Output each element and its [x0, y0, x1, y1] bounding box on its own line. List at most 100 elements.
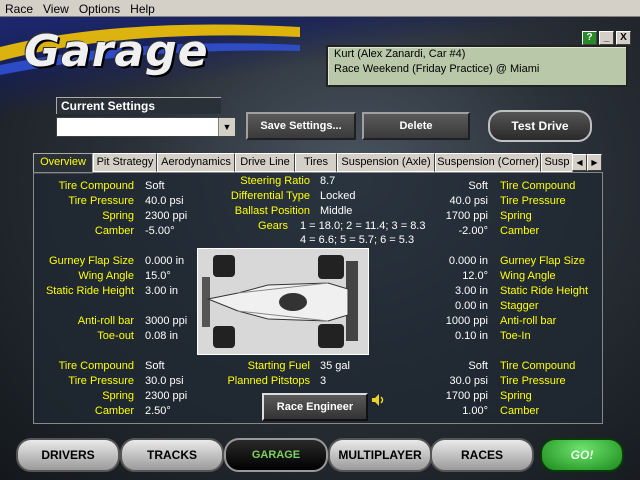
left-gurney-value: 0.000 in [145, 255, 185, 267]
planned-pitstops-value: 3 [320, 375, 327, 387]
fl-spring-value: 2300 ppi [145, 210, 188, 222]
ballast-value: Middle [320, 205, 353, 217]
test-drive-button[interactable]: Test Drive [488, 110, 592, 142]
rr-tire-pressure-label: Tire Pressure [500, 375, 566, 387]
fl-camber-value: -5.00° [145, 225, 175, 237]
starting-fuel-value: 35 gal [320, 360, 350, 372]
driver-info-box: Kurt (Alex Zanardi, Car #4) Race Weekend… [326, 45, 628, 87]
gears-label: Gears [258, 220, 288, 232]
tab-suspension-axle[interactable]: Suspension (Axle) [337, 153, 435, 172]
rr-tire-compound-value: Soft [468, 360, 488, 372]
fr-spring-value: 1700 ppi [445, 210, 488, 222]
menu-help[interactable]: Help [125, 1, 160, 17]
rr-spring-value: 1700 ppi [445, 390, 488, 402]
rr-camber-value: 1.00° [462, 405, 488, 417]
fr-camber-label: Camber [500, 225, 540, 237]
left-ride-height-value: 3.00 in [145, 285, 179, 297]
nav-tracks-button[interactable]: TRACKS [120, 438, 224, 472]
left-toe-label: Toe-out [97, 330, 134, 342]
main-nav: DRIVERS TRACKS GARAGE MULTIPLAYER RACES … [10, 434, 630, 476]
left-wing-value: 15.0° [145, 270, 171, 282]
rl-camber-label: Camber [94, 405, 134, 417]
stagger-label: Stagger [500, 300, 539, 312]
rr-tire-compound-label: Tire Compound [500, 360, 576, 372]
rr-spring-label: Spring [500, 390, 532, 402]
rr-camber-label: Camber [500, 405, 540, 417]
settings-tabs: Overview Pit Strategy Aerodynamics Drive… [33, 153, 633, 174]
differential-label: Differential Type [230, 190, 310, 202]
rl-spring-value: 2300 ppi [145, 390, 188, 402]
gears-value-line1: 1 = 18.0; 2 = 11.4; 3 = 8.3 [300, 220, 426, 232]
fl-tire-pressure-label: Tire Pressure [68, 195, 134, 207]
differential-value: Locked [320, 190, 356, 202]
tab-pit-strategy[interactable]: Pit Strategy [93, 153, 157, 172]
tab-scroll-left-icon[interactable]: ◀ [572, 154, 587, 171]
rl-spring-label: Spring [102, 390, 134, 402]
go-button[interactable]: GO! [540, 438, 624, 472]
menu-race[interactable]: Race [0, 1, 38, 17]
minimize-button[interactable]: _ [599, 31, 614, 45]
fl-spring-label: Spring [102, 210, 134, 222]
driver-info-line1: Kurt (Alex Zanardi, Car #4) [334, 48, 466, 60]
tab-susp[interactable]: Susp [541, 153, 573, 172]
tab-tires[interactable]: Tires [295, 153, 337, 172]
tab-suspension-corner[interactable]: Suspension (Corner) [435, 153, 541, 172]
nav-races-button[interactable]: RACES [430, 438, 534, 472]
tab-drive-line[interactable]: Drive Line [235, 153, 295, 172]
left-anti-roll-label: Anti-roll bar [77, 315, 134, 327]
rr-tire-pressure-value: 30.0 psi [449, 375, 488, 387]
ballast-label: Ballast Position [234, 205, 310, 217]
right-toe-value: 0.10 in [454, 330, 488, 342]
right-toe-label: Toe-In [500, 330, 531, 342]
help-button[interactable]: ? [582, 31, 597, 45]
right-ride-height-label: Static Ride Height [500, 285, 589, 297]
current-settings-select[interactable]: <Default> ▼ [56, 117, 236, 137]
steering-ratio-value: 8.7 [320, 175, 336, 187]
chevron-down-icon[interactable]: ▼ [218, 118, 235, 136]
gears-value-line2: 4 = 6.6; 5 = 5.7; 6 = 5.3 [300, 234, 415, 246]
stagger-value: 0.00 in [454, 300, 488, 312]
steering-ratio-label: Steering Ratio [240, 175, 310, 187]
rl-tire-compound-value: Soft [145, 360, 165, 372]
menu-view[interactable]: View [38, 1, 74, 17]
close-button[interactable]: X [616, 31, 631, 45]
race-car-icon [202, 255, 358, 348]
right-wing-value: 12.0° [462, 270, 488, 282]
right-anti-roll-label: Anti-roll bar [500, 315, 557, 327]
speaker-icon[interactable] [370, 392, 386, 408]
save-settings-button[interactable]: Save Settings... [246, 112, 356, 140]
tab-overview[interactable]: Overview [33, 153, 93, 174]
fl-camber-label: Camber [94, 225, 134, 237]
fl-tire-compound-value: Soft [145, 180, 165, 192]
race-engineer-button[interactable]: Race Engineer [262, 393, 368, 421]
rl-tire-pressure-value: 30.0 psi [145, 375, 184, 387]
left-wing-label: Wing Angle [78, 270, 134, 282]
tab-aerodynamics[interactable]: Aerodynamics [157, 153, 235, 172]
right-anti-roll-value: 1000 ppi [445, 315, 488, 327]
nav-multiplayer-button[interactable]: MULTIPLAYER [328, 438, 432, 472]
driver-info-line2: Race Weekend (Friday Practice) @ Miami [334, 63, 540, 75]
tab-scroll-right-icon[interactable]: ▶ [587, 154, 602, 171]
rl-tire-compound-label: Tire Compound [58, 360, 134, 372]
right-wing-label: Wing Angle [500, 270, 556, 282]
fr-tire-pressure-label: Tire Pressure [500, 195, 566, 207]
nav-garage-button[interactable]: GARAGE [224, 438, 328, 472]
nav-drivers-button[interactable]: DRIVERS [16, 438, 120, 472]
window-controls: ? _ X [580, 27, 631, 45]
fr-tire-compound-label: Tire Compound [500, 180, 576, 192]
garage-logo: Garage [24, 26, 209, 77]
right-ride-height-value: 3.00 in [454, 285, 488, 297]
left-toe-value: 0.08 in [145, 330, 179, 342]
fr-camber-value: -2.00° [458, 225, 488, 237]
right-gurney-label: Gurney Flap Size [500, 255, 585, 267]
menu-options[interactable]: Options [74, 1, 125, 17]
fl-tire-pressure-value: 40.0 psi [145, 195, 184, 207]
car-diagram [197, 248, 369, 355]
delete-button[interactable]: Delete [362, 112, 470, 140]
left-gurney-label: Gurney Flap Size [49, 255, 134, 267]
starting-fuel-label: Starting Fuel [247, 360, 310, 372]
current-settings-value: <Default> [60, 121, 108, 133]
rl-tire-pressure-label: Tire Pressure [68, 375, 134, 387]
left-ride-height-label: Static Ride Height [45, 285, 134, 297]
right-gurney-value: 0.000 in [448, 255, 488, 267]
